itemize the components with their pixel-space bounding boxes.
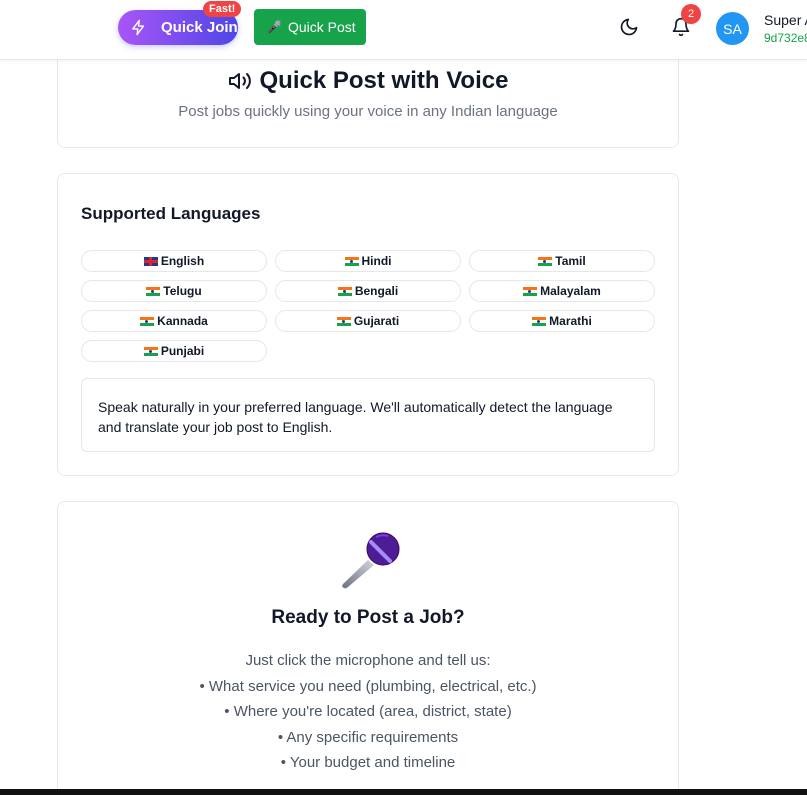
languages-heading: Supported Languages	[81, 204, 261, 223]
language-label: Punjabi	[160, 344, 205, 358]
avatar[interactable]: SA	[716, 12, 749, 45]
user-id: 9d732e8	[764, 31, 807, 45]
microphone-icon[interactable]	[338, 532, 402, 590]
top-nav-bar: Quick Join Fast! 🎤 Quick Post 2 SA Super…	[0, 0, 807, 60]
language-label: Kannada	[157, 314, 208, 328]
language-list: English Hindi Tamil Telugu Bengali Malay…	[81, 250, 656, 362]
language-pill-marathi[interactable]: Marathi	[469, 310, 655, 332]
language-pill-hindi[interactable]: Hindi	[275, 250, 461, 272]
quick-join-label: Quick Join	[161, 19, 238, 36]
language-label: Tamil	[555, 254, 586, 268]
quick-post-label: Quick Post	[287, 19, 356, 35]
uk-flag-icon	[143, 256, 158, 266]
microphone-icon: 🎤	[267, 20, 282, 34]
page-title: Quick Post with Voice	[259, 67, 509, 94]
language-pill-telugu[interactable]: Telugu	[81, 280, 267, 302]
language-pill-tamil[interactable]: Tamil	[469, 250, 655, 272]
language-pill-kannada[interactable]: Kannada	[81, 310, 267, 332]
language-pill-bengali[interactable]: Bengali	[275, 280, 461, 302]
instruction-line: • Any specific requirements	[277, 728, 459, 746]
instruction-line: Just click the microphone and tell us:	[245, 652, 491, 669]
quick-post-button[interactable]: 🎤 Quick Post	[254, 9, 366, 45]
language-label: Telugu	[163, 284, 202, 298]
instruction-line: • What service you need (plumbing, elect…	[199, 677, 537, 695]
language-pill-malayalam[interactable]: Malayalam	[469, 280, 655, 302]
india-flag-icon	[146, 286, 161, 296]
india-flag-icon	[538, 256, 553, 266]
instruction-line: • Where you're located (area, district, …	[224, 703, 512, 720]
language-label: Bengali	[354, 284, 399, 298]
supported-languages-card: Supported Languages English Hindi Tamil …	[57, 173, 679, 476]
lightning-icon	[132, 19, 145, 36]
language-pill-english[interactable]: English	[81, 250, 267, 272]
india-flag-icon	[344, 256, 359, 266]
india-flag-icon	[143, 346, 158, 356]
user-name: Super A	[764, 12, 807, 28]
language-pill-gujarati[interactable]: Gujarati	[275, 310, 461, 332]
language-label: Gujarati	[353, 314, 400, 328]
language-label: Malayalam	[540, 284, 601, 298]
language-pill-punjabi[interactable]: Punjabi	[81, 340, 267, 362]
moon-icon[interactable]	[619, 17, 639, 37]
india-flag-icon	[337, 286, 352, 296]
india-flag-icon	[532, 316, 547, 326]
instructions-list: Just click the microphone and tell us: •…	[58, 648, 678, 776]
india-flag-icon	[336, 316, 351, 326]
fast-badge: Fast!	[203, 1, 242, 17]
language-label: English	[160, 254, 205, 268]
page-subtitle: Post jobs quickly using your voice in an…	[178, 103, 558, 120]
language-label: Hindi	[361, 254, 392, 268]
language-label: Marathi	[549, 314, 592, 328]
india-flag-icon	[140, 316, 155, 326]
speaker-icon	[228, 73, 251, 89]
notification-count-badge: 2	[681, 4, 701, 24]
india-flag-icon	[523, 286, 538, 296]
ready-to-post-card: Ready to Post a Job? Just click the micr…	[57, 501, 679, 795]
hero-heading: Quick Post with Voice	[58, 67, 678, 95]
bottom-edge-bar	[0, 789, 807, 795]
ready-heading: Ready to Post a Job?	[271, 607, 465, 628]
instruction-line: • Your budget and timeline	[280, 754, 456, 771]
language-info-note: Speak naturally in your preferred langua…	[81, 378, 655, 452]
